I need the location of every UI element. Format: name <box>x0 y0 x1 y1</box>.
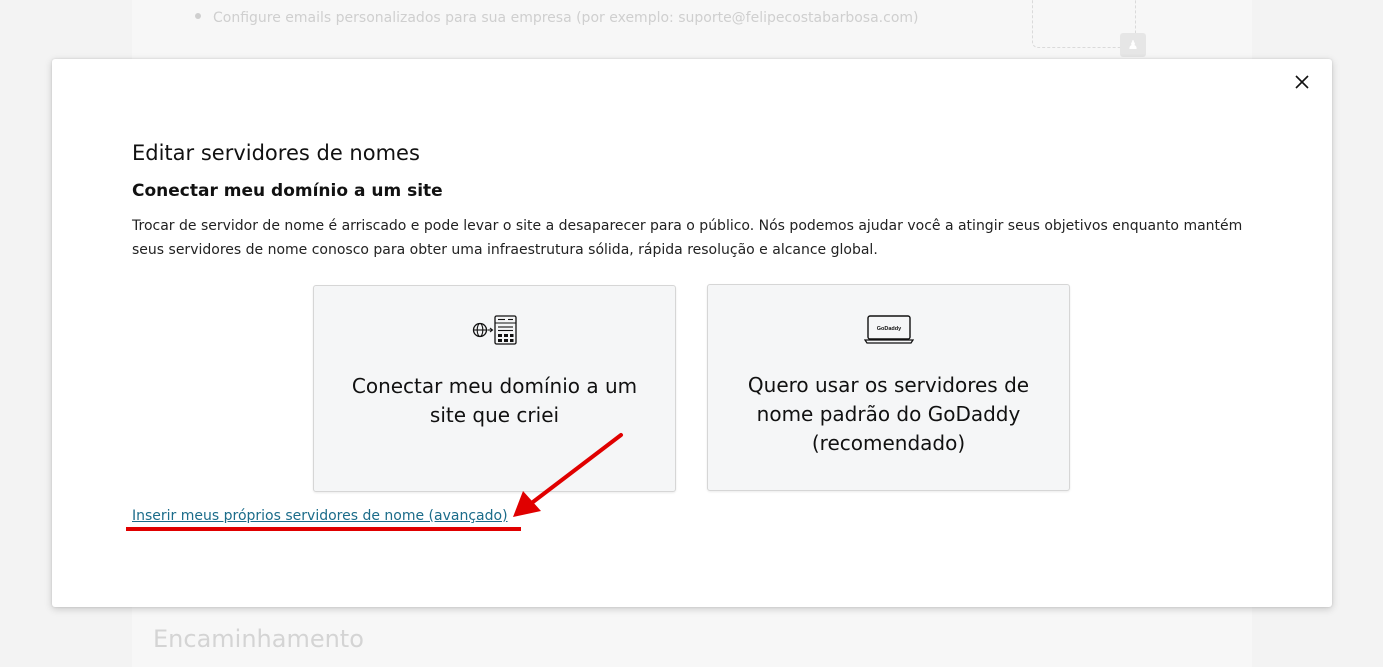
background-section-heading: Encaminhamento <box>153 625 364 653</box>
edit-nameservers-modal: Editar servidores de nomes Conectar meu … <box>52 59 1332 607</box>
option-godaddy-default-label: Quero usar os servidores de nome padrão … <box>747 373 1030 455</box>
globe-website-icon <box>470 314 520 350</box>
close-button[interactable] <box>1290 70 1314 94</box>
laptop-godaddy-icon: GoDaddy <box>863 313 914 349</box>
advanced-nameservers-link[interactable]: Inserir meus próprios servidores de nome… <box>132 508 508 524</box>
godaddy-logo-text: GoDaddy <box>876 326 901 332</box>
modal-title: Editar servidores de nomes <box>132 141 420 165</box>
user-badge-icon: ♟ <box>1120 33 1146 57</box>
modal-subtitle: Conectar meu domínio a um site <box>132 181 443 201</box>
annotation-underline <box>126 527 521 531</box>
option-godaddy-default[interactable]: GoDaddy Quero usar os servidores de nome… <box>707 284 1070 491</box>
option-connect-own-site-label: Conectar meu domínio a um site que criei <box>351 374 638 427</box>
modal-description: Trocar de servidor de nome é arriscado e… <box>132 218 1243 258</box>
background-bullet-text: Configure emails personalizados para sua… <box>195 10 918 26</box>
close-icon <box>1295 75 1309 89</box>
annotation-arrow-icon <box>513 433 623 517</box>
